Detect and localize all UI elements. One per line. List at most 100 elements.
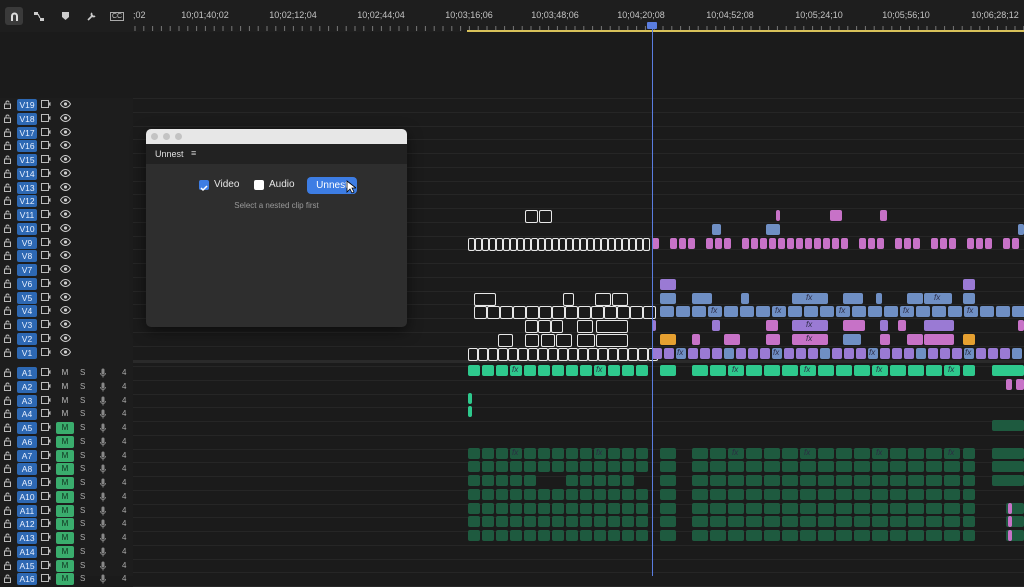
timeline-clip[interactable]: [872, 488, 888, 500]
timeline-clip[interactable]: [818, 502, 834, 514]
timeline-clip[interactable]: [944, 530, 960, 541]
mute-button[interactable]: M: [56, 408, 74, 420]
timeline-clip[interactable]: [928, 347, 938, 359]
timeline-clip[interactable]: [890, 488, 906, 500]
track-name[interactable]: V14: [17, 167, 37, 180]
track-name[interactable]: V1: [17, 346, 37, 359]
track-name[interactable]: V4: [17, 305, 37, 318]
timeline-clip[interactable]: [580, 488, 592, 500]
timeline-clip[interactable]: [468, 237, 475, 251]
timeline-clip[interactable]: [636, 237, 643, 251]
timeline-clip[interactable]: [818, 488, 834, 500]
timeline-clip[interactable]: [949, 237, 956, 249]
timeline-clip[interactable]: [880, 347, 890, 359]
timeline-clip[interactable]: [510, 502, 522, 514]
mute-button[interactable]: M: [56, 490, 74, 503]
timeline-clip[interactable]: [724, 237, 731, 249]
timeline-clip[interactable]: [525, 210, 538, 223]
timeline-clip[interactable]: [782, 516, 798, 528]
timeline-clip[interactable]: [710, 447, 726, 459]
timeline-clip[interactable]: [660, 461, 676, 473]
sync-lock-icon[interactable]: [41, 278, 51, 289]
timeline-clip[interactable]: [805, 237, 812, 249]
timeline-clip[interactable]: [468, 530, 480, 541]
timeline-clip[interactable]: [746, 502, 762, 514]
timeline-clip[interactable]: [566, 447, 578, 459]
timeline-clip[interactable]: [852, 306, 866, 318]
timeline-clip[interactable]: [963, 333, 975, 345]
microphone-icon[interactable]: [100, 368, 106, 380]
eye-icon[interactable]: [59, 209, 72, 220]
timeline-clip[interactable]: [660, 306, 674, 318]
mute-button[interactable]: M: [56, 573, 74, 586]
track-name[interactable]: A14: [17, 545, 37, 558]
timeline-clip[interactable]: [836, 488, 852, 500]
mute-button[interactable]: M: [56, 463, 74, 476]
timeline-clip[interactable]: [692, 333, 700, 345]
timeline-clip[interactable]: [760, 237, 767, 249]
timeline-clip[interactable]: [538, 530, 550, 541]
timeline-clip[interactable]: [877, 237, 884, 249]
timeline-clip[interactable]: [608, 530, 620, 541]
sync-lock-icon[interactable]: [41, 306, 51, 316]
microphone-icon[interactable]: [100, 533, 106, 545]
timeline-clip[interactable]: [580, 237, 587, 251]
timeline-clip[interactable]: [872, 516, 888, 528]
solo-button[interactable]: S: [80, 492, 85, 501]
timeline-clip[interactable]: [539, 210, 552, 223]
timeline-clip[interactable]: [573, 237, 580, 251]
track-name[interactable]: V10: [17, 222, 37, 235]
microphone-icon[interactable]: [100, 451, 106, 463]
timeline-clip[interactable]: [566, 475, 578, 486]
timeline-clip[interactable]: [566, 502, 578, 514]
track-name[interactable]: V15: [17, 154, 37, 166]
timeline-clip[interactable]: [482, 447, 494, 459]
timeline-clip[interactable]: [496, 530, 508, 541]
timeline-clip[interactable]: [596, 333, 628, 347]
timeline-clip[interactable]: [728, 530, 744, 541]
timeline-clip[interactable]: [496, 516, 508, 528]
timeline-clip[interactable]: [724, 333, 740, 345]
timeline-clip[interactable]: [482, 502, 494, 514]
timeline-clip[interactable]: [926, 516, 942, 528]
track-name[interactable]: V11: [17, 209, 37, 221]
sync-lock-icon[interactable]: [41, 381, 51, 392]
timeline-clip[interactable]: [1012, 306, 1024, 318]
timeline-clip[interactable]: [832, 237, 839, 249]
sync-lock-icon[interactable]: [41, 196, 51, 206]
track-name[interactable]: V12: [17, 195, 37, 208]
timeline-clip[interactable]: [924, 333, 954, 345]
timeline-clip[interactable]: [800, 461, 816, 473]
track-name[interactable]: A15: [17, 559, 37, 572]
mute-button[interactable]: M: [56, 395, 74, 407]
timeline-clip[interactable]: [859, 237, 866, 249]
timeline-clip[interactable]: [622, 530, 634, 541]
solo-button[interactable]: S: [80, 368, 85, 377]
track-name[interactable]: V6: [17, 277, 37, 290]
timeline-clip[interactable]: [577, 320, 593, 333]
timeline-clip[interactable]: [578, 306, 591, 320]
timeline-clip[interactable]: [992, 447, 1024, 459]
timeline-clip[interactable]: [800, 502, 816, 514]
eye-icon[interactable]: [59, 223, 72, 234]
timeline-clip[interactable]: [538, 488, 550, 500]
timeline-clip[interactable]: [548, 347, 558, 361]
timeline-clip[interactable]: [841, 237, 848, 249]
timeline-clip[interactable]: [578, 347, 588, 361]
timeline-clip[interactable]: [676, 306, 690, 318]
sync-lock-icon[interactable]: [41, 251, 51, 261]
solo-button[interactable]: S: [80, 547, 85, 556]
timeline-clip[interactable]: [944, 502, 960, 514]
timeline-clip[interactable]: [1018, 223, 1024, 235]
mute-button[interactable]: M: [56, 532, 74, 544]
timeline-clip[interactable]: [526, 306, 539, 320]
timeline-clip[interactable]: [843, 333, 861, 345]
timeline-clip[interactable]: [746, 447, 762, 459]
timeline-clip[interactable]: [538, 502, 550, 514]
timeline-clip[interactable]: [836, 502, 852, 514]
timeline-clip[interactable]: [876, 292, 882, 304]
timeline-clip[interactable]: [577, 333, 595, 347]
solo-button[interactable]: S: [80, 464, 85, 473]
timeline-clip[interactable]: [854, 475, 870, 486]
track-name[interactable]: V5: [17, 291, 37, 304]
